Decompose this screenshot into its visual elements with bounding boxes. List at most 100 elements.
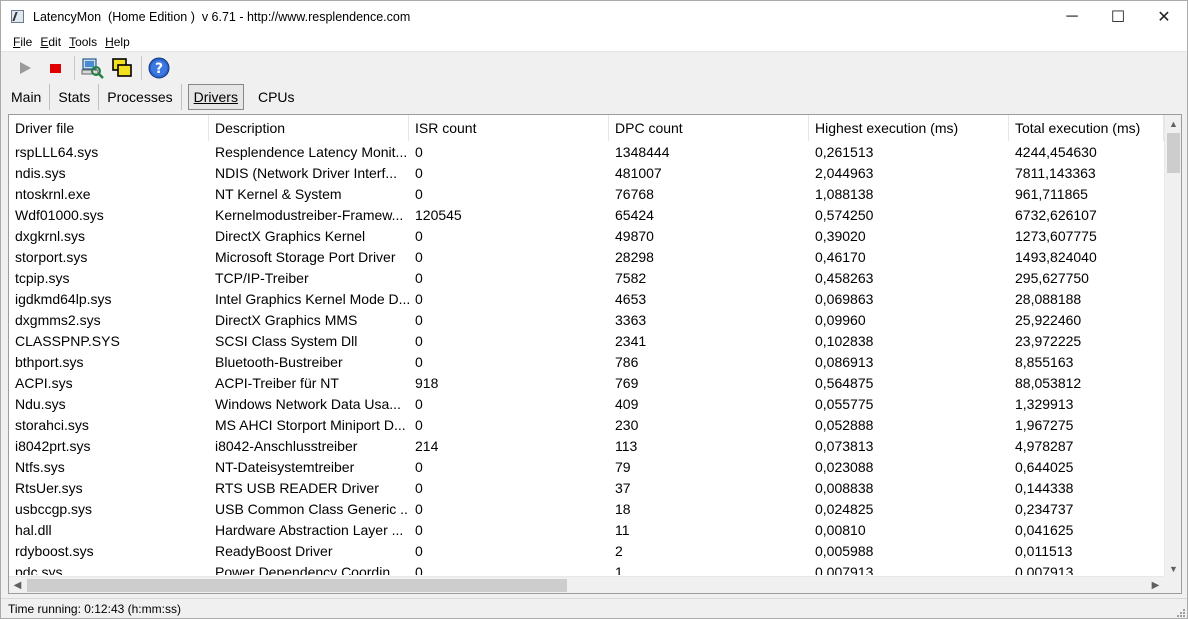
cell-isr-count: 214 (415, 437, 439, 454)
table-row[interactable]: Wdf01000.sys Kernelmodustreiber-Framew...… (9, 204, 1164, 225)
scroll-right-icon[interactable]: ▶ (1147, 577, 1164, 593)
windows-button[interactable] (108, 55, 136, 81)
table-row[interactable]: usbccgp.sys USB Common Class Generic ... 0… (9, 498, 1164, 519)
cell-dpc-count: 230 (615, 416, 639, 433)
table-row[interactable]: ACPI.sys ACPI-Treiber für NT 918 769 0,56487… (9, 372, 1164, 393)
close-button[interactable]: ✕ (1141, 1, 1187, 32)
cell-highest-execution: 0,086913 (815, 353, 874, 370)
scroll-left-icon[interactable]: ◀ (9, 577, 26, 593)
table-row[interactable]: pdc.sys Power Dependency Coordin... 0 1 0,00… (9, 561, 1164, 576)
start-button[interactable] (11, 55, 39, 81)
table-row[interactable]: hal.dll Hardware Abstraction Layer ... 0 11… (9, 519, 1164, 540)
help-icon: ? (148, 57, 170, 79)
cell-driver-file: CLASSPNP.SYS (15, 332, 120, 349)
cell-driver-file: ACPI.sys (15, 374, 73, 391)
vertical-scrollbar[interactable]: ▲ ▼ (1164, 115, 1181, 577)
table-row[interactable]: RtsUer.sys RTS USB READER Driver 0 37 0,0088… (9, 477, 1164, 498)
cell-total-execution: 4244,454630 (1015, 143, 1097, 160)
cell-driver-file: storport.sys (15, 248, 88, 265)
cell-driver-file: rspLLL64.sys (15, 143, 99, 160)
column-header-driver-file[interactable]: Driver file (9, 115, 209, 141)
cell-total-execution: 25,922460 (1015, 311, 1082, 328)
table-row[interactable]: tcpip.sys TCP/IP-Treiber 0 7582 0,458263 295,… (9, 267, 1164, 288)
resize-grip-icon[interactable] (1175, 607, 1185, 617)
tab-stats[interactable]: Stats (50, 84, 100, 110)
cell-dpc-count: 769 (615, 374, 639, 391)
cell-total-execution: 961,711865 (1015, 185, 1088, 202)
analyze-icon (81, 58, 104, 79)
cell-total-execution: 295,627750 (1015, 269, 1089, 286)
horizontal-scrollbar[interactable]: ◀ ▶ (9, 576, 1164, 593)
column-header-total-execution[interactable]: Total execution (ms) (1009, 115, 1164, 141)
cell-driver-file: Ntfs.sys (15, 458, 65, 475)
cell-description: NT-Dateisystemtreiber (215, 458, 355, 475)
column-header-dpc-count[interactable]: DPC count (609, 115, 809, 141)
cell-description: ACPI-Treiber für NT (215, 374, 339, 391)
cell-total-execution: 8,855163 (1015, 353, 1074, 370)
cell-isr-count: 0 (415, 185, 423, 202)
tab-processes[interactable]: Processes (99, 84, 182, 110)
analyze-button[interactable] (78, 55, 106, 81)
cell-description: ReadyBoost Driver (215, 542, 333, 559)
menu-file[interactable]: File (13, 35, 32, 49)
table-row[interactable]: bthport.sys Bluetooth-Bustreiber 0 786 0,086… (9, 351, 1164, 372)
stop-icon (49, 63, 61, 73)
table-row[interactable]: igdkmd64lp.sys Intel Graphics Kernel Mode… (9, 288, 1164, 309)
horizontal-scroll-thumb[interactable] (27, 579, 567, 592)
help-button[interactable]: ? (145, 55, 173, 81)
scroll-up-icon[interactable]: ▲ (1165, 115, 1181, 132)
cell-total-execution: 6732,626107 (1015, 206, 1097, 223)
cell-total-execution: 28,088188 (1015, 290, 1082, 307)
menu-edit[interactable]: Edit (40, 35, 61, 49)
table-row[interactable]: CLASSPNP.SYS SCSI Class System Dll 0 2341 0,… (9, 330, 1164, 351)
cell-highest-execution: 0,09960 (815, 311, 866, 328)
cell-isr-count: 0 (415, 416, 423, 433)
cell-total-execution: 1493,824040 (1015, 248, 1097, 265)
table-row[interactable]: rdyboost.sys ReadyBoost Driver 0 2 0,005988 0… (9, 540, 1164, 561)
column-header-description[interactable]: Description (209, 115, 409, 141)
cell-description: MS AHCI Storport Miniport D... (215, 416, 406, 433)
menu-tools[interactable]: Tools (69, 35, 97, 49)
cell-description: Resplendence Latency Monit... (215, 143, 408, 160)
table-row[interactable]: dxgkrnl.sys DirectX Graphics Kernel 0 49870… (9, 225, 1164, 246)
table-row[interactable]: dxgmms2.sys DirectX Graphics MMS 0 3363 0,09… (9, 309, 1164, 330)
table-row[interactable]: Ntfs.sys NT-Dateisystemtreiber 0 79 0,023088… (9, 456, 1164, 477)
tab-drivers[interactable]: Drivers (187, 84, 244, 110)
cell-description: Microsoft Storage Port Driver (215, 248, 396, 265)
cell-driver-file: tcpip.sys (15, 269, 70, 286)
cell-highest-execution: 0,008838 (815, 479, 874, 496)
title-bar[interactable]: LatencyMon (Home Edition ) v 6.71 - http… (1, 1, 1187, 32)
table-row[interactable]: ndis.sys NDIS (Network Driver Interf... 0 4… (9, 162, 1164, 183)
vertical-scroll-thumb[interactable] (1167, 133, 1180, 173)
table-row[interactable]: storport.sys Microsoft Storage Port Drive… (9, 246, 1164, 267)
column-header-highest-execution[interactable]: Highest execution (ms) (809, 115, 1009, 141)
cell-dpc-count: 113 (615, 437, 638, 454)
table-row[interactable]: storahci.sys MS AHCI Storport Miniport D.… (9, 414, 1164, 435)
cell-driver-file: usbccgp.sys (15, 500, 93, 517)
cell-driver-file: Ndu.sys (15, 395, 66, 412)
table-row[interactable]: i8042prt.sys i8042-Anschlusstreiber 214 113… (9, 435, 1164, 456)
table-body: rspLLL64.sys Resplendence Latency Monit..… (9, 141, 1164, 576)
menu-help[interactable]: Help (105, 35, 130, 49)
toolbar-separator (141, 56, 142, 80)
cell-isr-count: 0 (415, 248, 423, 265)
column-header-isr-count[interactable]: ISR count (409, 115, 609, 141)
drivers-table: Driver file Description ISR count DPC co… (8, 114, 1182, 594)
maximize-button[interactable]: ☐ (1095, 1, 1141, 32)
cell-highest-execution: 0,458263 (815, 269, 874, 286)
stop-button[interactable] (41, 55, 69, 81)
cell-driver-file: pdc.sys (15, 563, 63, 576)
tab-main[interactable]: Main (3, 84, 51, 110)
latencymon-window: LatencyMon (Home Edition ) v 6.71 - http… (0, 0, 1188, 619)
table-row[interactable]: ntoskrnl.exe NT Kernel & System 0 76768 1,08… (9, 183, 1164, 204)
minimize-button[interactable]: ─ (1049, 1, 1095, 32)
cell-isr-count: 0 (415, 479, 423, 496)
table-row[interactable]: Ndu.sys Windows Network Data Usa... 0 409 0,… (9, 393, 1164, 414)
cell-highest-execution: 0,46170 (815, 248, 866, 265)
toolbar: ? (1, 53, 1187, 83)
table-row[interactable]: rspLLL64.sys Resplendence Latency Monit..… (9, 141, 1164, 162)
cell-highest-execution: 0,055775 (815, 395, 874, 412)
tab-cpus[interactable]: CPUs (250, 84, 303, 110)
cell-total-execution: 0,041625 (1015, 521, 1074, 538)
scroll-down-icon[interactable]: ▼ (1165, 560, 1181, 577)
